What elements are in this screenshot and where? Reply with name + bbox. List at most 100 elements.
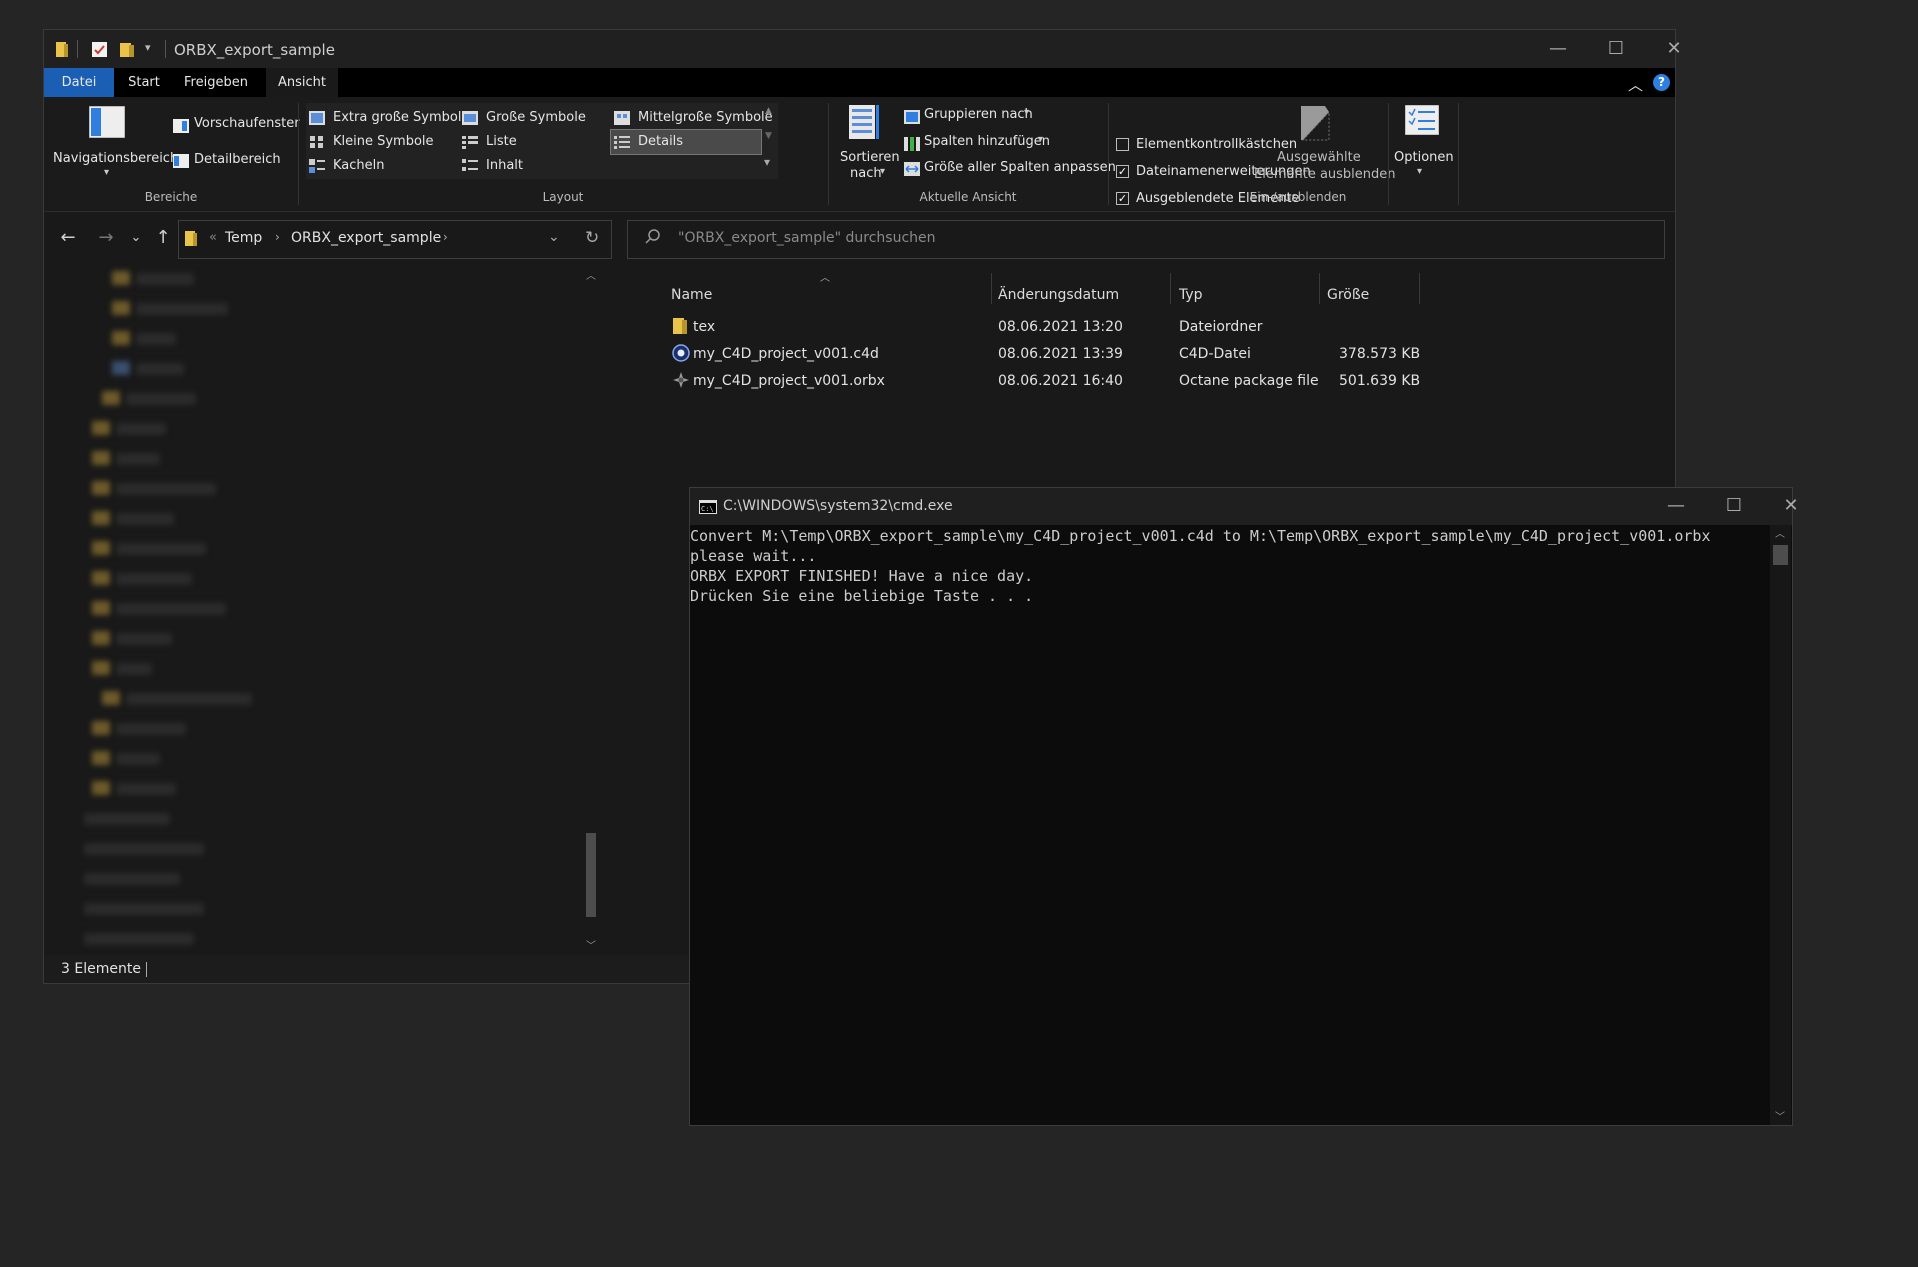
console-line: please wait... xyxy=(690,547,817,565)
file-date: 08.06.2021 13:39 xyxy=(998,346,1123,362)
blurred-item xyxy=(84,933,194,945)
file-name: tex xyxy=(693,319,716,335)
back-arrow-icon[interactable]: ← xyxy=(56,226,80,250)
divider xyxy=(1388,103,1389,205)
table-row[interactable]: tex 08.06.2021 13:20 Dateiordner xyxy=(656,313,1426,339)
chevron-right-icon[interactable]: › xyxy=(275,230,280,244)
scrollbar-thumb[interactable] xyxy=(586,833,596,917)
table-row[interactable]: my_C4D_project_v001.c4d 08.06.2021 13:39… xyxy=(656,340,1426,366)
layout-tiles[interactable]: Kacheln xyxy=(333,158,385,173)
chevron-down-icon[interactable]: ▾ xyxy=(104,167,109,178)
layout-medium-icons[interactable]: Mittelgroße Symbole xyxy=(638,110,773,125)
scrollbar-thumb[interactable] xyxy=(1773,545,1788,565)
maximize-icon[interactable]: ☐ xyxy=(1587,30,1645,68)
tab-ansicht[interactable]: Ansicht xyxy=(266,68,338,97)
help-icon[interactable]: ? xyxy=(1653,74,1670,91)
chevron-down-icon[interactable]: ▾ xyxy=(1024,107,1029,118)
column-header-date[interactable]: Änderungsdatum xyxy=(998,287,1119,303)
breadcrumb-overflow[interactable]: « xyxy=(209,230,217,245)
small-icons-icon xyxy=(309,134,325,148)
blurred-item xyxy=(136,303,228,315)
gallery-down-icon[interactable]: ▼ xyxy=(765,131,772,141)
blurred-item xyxy=(136,333,176,345)
spalten-hinzufuegen-button[interactable]: Spalten hinzufügen xyxy=(924,134,1050,149)
gallery-up-icon[interactable]: ▲ xyxy=(765,106,772,116)
collapse-ribbon-icon[interactable]: ︿ xyxy=(1628,74,1643,95)
minimize-icon[interactable]: — xyxy=(1647,487,1705,525)
dateinamenerweiterungen-checkbox[interactable]: ✓ xyxy=(1116,165,1129,178)
search-placeholder: "ORBX_export_sample" durchsuchen xyxy=(678,230,936,246)
tab-start[interactable]: Start xyxy=(118,68,170,97)
column-header-name[interactable]: Name xyxy=(671,287,712,303)
scroll-down-icon[interactable]: ﹀ xyxy=(586,937,596,952)
blurred-item xyxy=(116,483,216,495)
breadcrumb-orbx-export-sample[interactable]: ORBX_export_sample xyxy=(291,230,441,246)
layout-large-icons[interactable]: Große Symbole xyxy=(486,110,586,125)
optionen-button[interactable]: Optionen xyxy=(1394,150,1454,165)
close-icon[interactable]: ✕ xyxy=(1645,30,1703,68)
breadcrumb-temp[interactable]: Temp xyxy=(225,230,262,246)
maximize-icon[interactable]: ☐ xyxy=(1705,487,1763,525)
divider xyxy=(991,273,992,304)
hide-selected-icon xyxy=(1299,104,1331,146)
navigation-pane[interactable]: ︿ ﹀ xyxy=(44,267,604,955)
up-arrow-icon[interactable]: ↑ xyxy=(151,226,175,250)
new-folder-icon[interactable] xyxy=(120,42,134,57)
sortieren-button[interactable]: Sortieren xyxy=(840,150,900,165)
console-output[interactable]: Convert M:\Temp\ORBX_export_sample\my_C4… xyxy=(690,525,1770,1125)
blurred-folder xyxy=(102,691,120,705)
gallery-more-icon[interactable]: ▾ xyxy=(764,155,770,169)
layout-details[interactable]: Details xyxy=(638,134,683,149)
c4d-file-icon xyxy=(672,344,690,366)
folder-icon xyxy=(185,231,197,250)
close-icon[interactable]: ✕ xyxy=(1762,487,1820,525)
chevron-down-icon[interactable]: ▾ xyxy=(880,166,885,177)
gruppieren-nach-button[interactable]: Gruppieren nach xyxy=(924,107,1033,122)
blurred-folder xyxy=(112,331,130,345)
scroll-up-icon[interactable]: ︿ xyxy=(1775,525,1785,540)
group-label-layout: Layout xyxy=(542,190,584,204)
groesse-aller-spalten-button[interactable]: Größe aller Spalten anpassen xyxy=(924,160,1116,175)
layout-content[interactable]: Inhalt xyxy=(486,158,523,173)
cmd-scrollbar[interactable]: ︿ ﹀ xyxy=(1770,525,1791,1125)
scroll-down-icon[interactable]: ﹀ xyxy=(1775,1108,1785,1123)
navigation-pane-icon[interactable] xyxy=(88,105,126,142)
search-box[interactable]: "ORBX_export_sample" durchsuchen xyxy=(627,220,1665,259)
blurred-folder xyxy=(92,721,110,735)
chevron-right-icon[interactable]: › xyxy=(443,230,448,244)
properties-icon[interactable] xyxy=(92,42,107,57)
blurred-item xyxy=(116,753,160,765)
chevron-down-icon[interactable]: ▾ xyxy=(1417,166,1422,177)
minimize-icon[interactable]: — xyxy=(1529,30,1587,68)
layout-details-selected[interactable] xyxy=(610,129,762,155)
address-bar[interactable]: « Temp › ORBX_export_sample › ⌄ ↻ xyxy=(178,220,612,259)
chevron-down-icon[interactable]: ▾ xyxy=(1038,134,1043,145)
table-row[interactable]: my_C4D_project_v001.orbx 08.06.2021 16:4… xyxy=(656,367,1426,393)
forward-arrow-icon[interactable]: → xyxy=(94,226,118,250)
recent-locations-icon[interactable]: ⌄ xyxy=(124,226,148,250)
layout-extra-large-icons[interactable]: Extra große Symbole xyxy=(333,110,469,125)
nav-scrollbar[interactable]: ︿ ﹀ xyxy=(582,267,600,955)
address-dropdown-icon[interactable]: ⌄ xyxy=(548,229,560,245)
file-type: Octane package file xyxy=(1179,373,1319,389)
elemente-ausblenden-label[interactable]: Elemente ausblenden xyxy=(1254,167,1396,182)
navigationsbereich-button[interactable]: Navigationsbereich xyxy=(53,151,178,166)
qat-dropdown-icon[interactable]: ▾ xyxy=(145,41,151,54)
tab-freigeben[interactable]: Freigeben xyxy=(173,68,259,97)
vorschaufenster-button[interactable]: Vorschaufenster xyxy=(194,116,300,131)
sortieren-nach-label[interactable]: nach xyxy=(850,166,882,181)
column-header-type[interactable]: Typ xyxy=(1179,287,1203,303)
layout-list[interactable]: Liste xyxy=(486,134,517,149)
blurred-folder xyxy=(92,601,110,615)
blurred-folder xyxy=(92,481,110,495)
column-header-size[interactable]: Größe xyxy=(1327,287,1369,303)
console-line: Drücken Sie eine beliebige Taste . . . xyxy=(690,587,1034,605)
refresh-icon[interactable]: ↻ xyxy=(585,228,599,248)
layout-small-icons[interactable]: Kleine Symbole xyxy=(333,134,434,149)
ausgewaehlte-label[interactable]: Ausgewählte xyxy=(1277,150,1361,165)
explorer-title-bar: ▾ ORBX_export_sample — ☐ ✕ xyxy=(44,30,1682,68)
elementkontrollkaestchen-checkbox[interactable] xyxy=(1116,138,1129,151)
detailbereich-button[interactable]: Detailbereich xyxy=(194,152,281,167)
scroll-up-icon[interactable]: ︿ xyxy=(586,267,596,282)
tab-datei[interactable]: Datei xyxy=(44,68,114,97)
